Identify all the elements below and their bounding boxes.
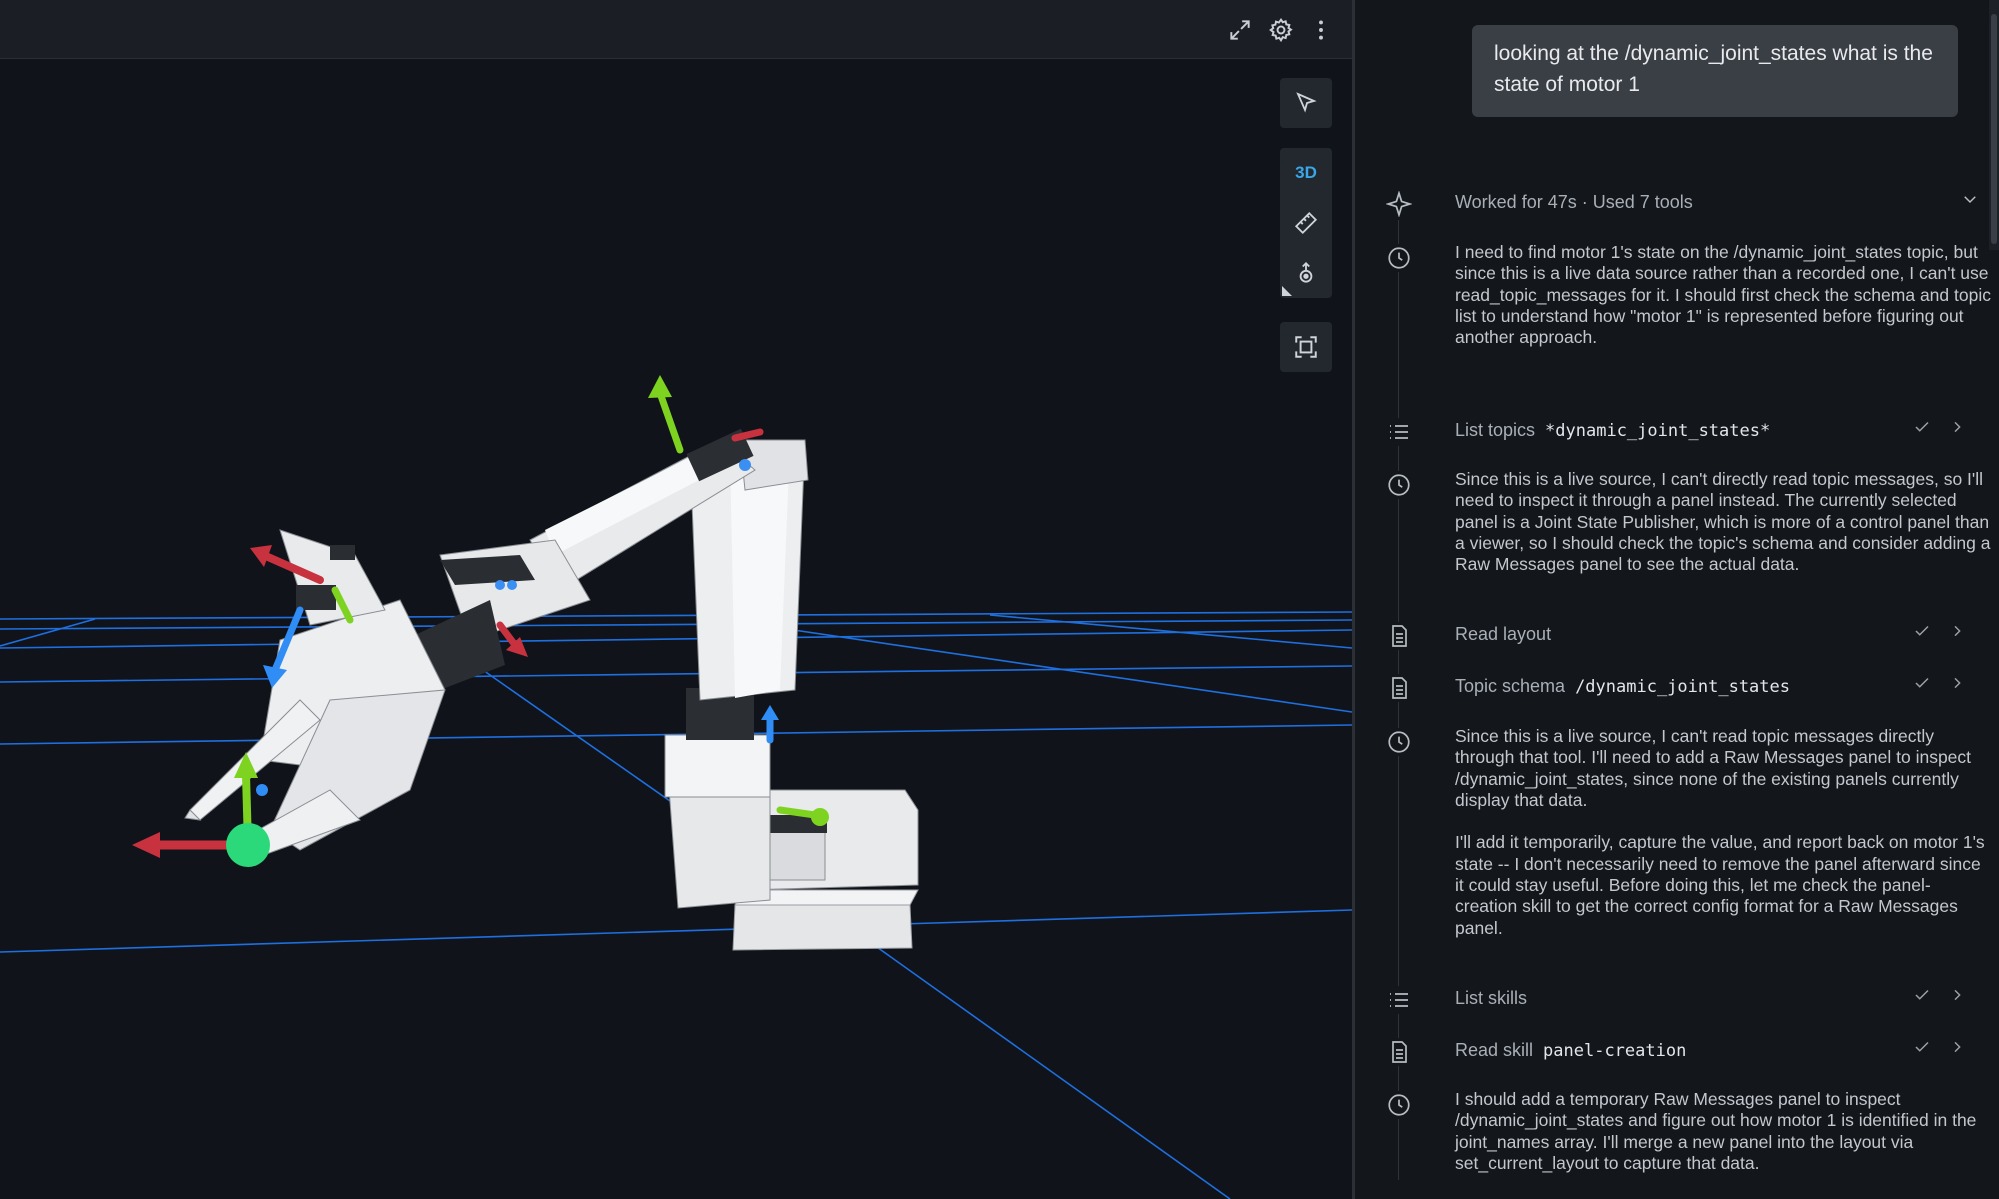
tool-argument: /dynamic_joint_states <box>1575 677 1790 697</box>
file-icon <box>1385 1038 1413 1066</box>
chevron-down-icon[interactable] <box>1961 190 1979 208</box>
chevron-right-icon[interactable] <box>1949 987 1965 1003</box>
thought-text: I should add a temporary Raw Messages pa… <box>1455 1089 1977 1173</box>
thought-text: Since this is a live source, I can't rea… <box>1455 726 1985 938</box>
scrollbar-thumb[interactable] <box>1991 14 1997 244</box>
thought-text: Since this is a live source, I can't dir… <box>1455 469 1991 575</box>
tool-label: Read skill <box>1455 1040 1534 1060</box>
cursor-icon[interactable] <box>1280 78 1332 128</box>
checkmark-icon <box>1913 674 1931 692</box>
clock-icon <box>1385 244 1413 272</box>
mode-3d-button[interactable]: 3D <box>1280 148 1332 198</box>
tool-label: List skills <box>1455 988 1528 1008</box>
scrollbar[interactable] <box>1989 0 1999 250</box>
3d-viewport-panel[interactable]: 3D <box>0 0 1352 1199</box>
3d-scene[interactable] <box>0 58 1352 1199</box>
ruler-icon[interactable] <box>1280 198 1332 248</box>
file-icon <box>1385 622 1413 650</box>
user-message: looking at the /dynamic_joint_states wha… <box>1472 25 1958 117</box>
assistant-chat-panel: looking at the /dynamic_joint_states wha… <box>1355 0 1999 1199</box>
list-icon <box>1385 986 1413 1014</box>
tool-argument: panel-creation <box>1543 1041 1687 1061</box>
publish-point-icon[interactable] <box>1280 248 1332 298</box>
checkmark-icon <box>1913 986 1931 1004</box>
chevron-right-icon[interactable] <box>1949 1039 1965 1055</box>
checkmark-icon <box>1913 1038 1931 1056</box>
tool-argument: *dynamic_joint_states* <box>1545 421 1771 441</box>
checkmark-icon <box>1913 622 1931 640</box>
clock-icon <box>1385 728 1413 756</box>
list-icon <box>1385 418 1413 446</box>
panel-toolbar <box>0 0 1352 59</box>
chevron-right-icon[interactable] <box>1949 419 1965 435</box>
tool-label: Read layout <box>1455 624 1552 644</box>
thought-text: I need to find motor 1's state on the /d… <box>1455 242 1991 348</box>
select-tool-group <box>1280 78 1332 128</box>
tool-label: List topics <box>1455 420 1536 440</box>
checkmark-icon <box>1913 418 1931 436</box>
sparkle-icon <box>1385 190 1413 218</box>
tool-label: Topic schema <box>1455 676 1566 696</box>
ground-grid <box>0 611 1352 1199</box>
gear-icon[interactable] <box>1263 12 1299 48</box>
robot-arm-model[interactable] <box>184 428 919 951</box>
mode-3d-label: 3D <box>1295 163 1317 182</box>
fullscreen-icon[interactable] <box>1222 12 1258 48</box>
work-summary-label: Worked for 47s · Used 7 tools <box>1455 192 1693 212</box>
chevron-right-icon[interactable] <box>1949 675 1965 691</box>
file-icon <box>1385 674 1413 702</box>
clock-icon <box>1385 1091 1413 1119</box>
frame-icon[interactable] <box>1280 322 1332 372</box>
view-tools-group: 3D <box>1280 148 1332 298</box>
chevron-right-icon[interactable] <box>1949 623 1965 639</box>
follow-tool-group <box>1280 322 1332 372</box>
more-vertical-icon[interactable] <box>1303 12 1339 48</box>
clock-icon <box>1385 471 1413 499</box>
